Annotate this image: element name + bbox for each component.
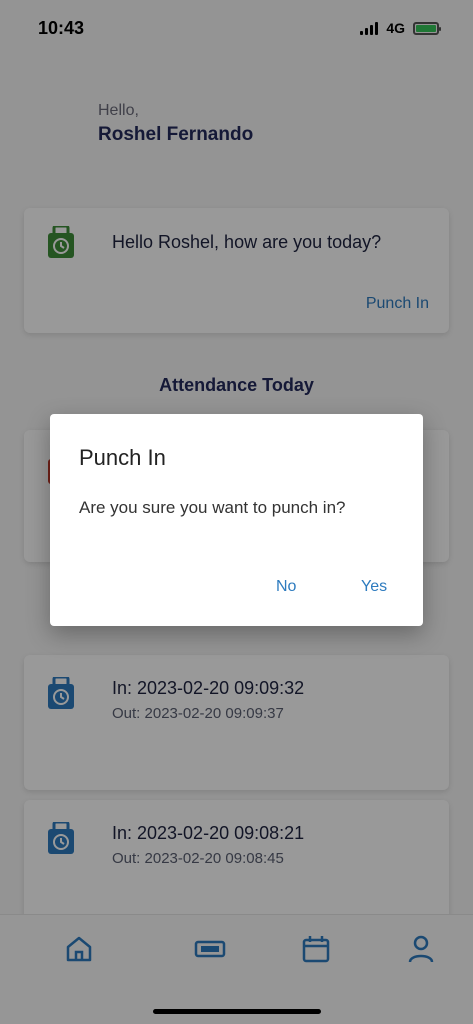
- no-button[interactable]: No: [268, 574, 304, 600]
- yes-button[interactable]: Yes: [353, 574, 395, 600]
- dialog-title: Punch In: [79, 445, 166, 470]
- dialog-message: Are you sure you want to punch in?: [79, 498, 346, 517]
- punch-in-dialog: Punch In Are you sure you want to punch …: [50, 414, 423, 626]
- home-indicator[interactable]: [152, 1009, 321, 1014]
